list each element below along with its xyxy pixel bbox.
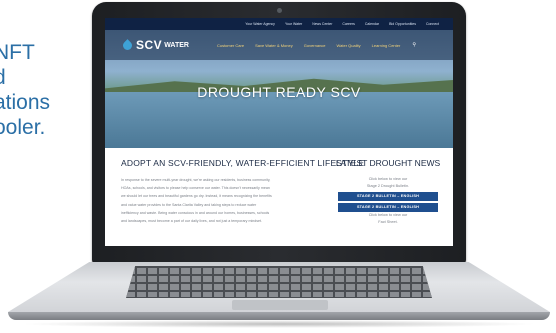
paragraph-line: inefficiency and waste. Being water cons… — [121, 210, 270, 215]
stage2-bulletin-button-2[interactable]: STAGE 2 BULLETIN – ENGLISH — [338, 203, 438, 212]
top-utility-bar: Your Water Agency Your Water News Center… — [105, 18, 453, 30]
key-row — [126, 284, 432, 290]
key-row — [126, 268, 432, 274]
topbar-link-connect[interactable]: Connect — [426, 22, 439, 26]
side-text-line: d — [0, 65, 78, 90]
nav-item-water-quality[interactable]: Water Quality — [337, 43, 361, 48]
water-drop-icon — [121, 38, 134, 52]
laptop-shadow — [20, 320, 538, 328]
key-row — [126, 292, 432, 297]
laptop-front-edge — [8, 312, 550, 320]
topbar-link-news[interactable]: News Center — [312, 22, 332, 26]
nav-items: Customer Care Save Water & Money Governa… — [217, 43, 400, 48]
touchpad — [232, 300, 328, 310]
topbar-link-agency[interactable]: Your Water Agency — [245, 22, 275, 26]
news-outro-2: Fact Sheet. — [378, 220, 398, 224]
topbar-link-bids[interactable]: Bid Opportunities — [389, 22, 416, 26]
main-nav: SCV WATER Customer Care Save Water & Mon… — [105, 30, 453, 60]
laptop-screen: Your Water Agency Your Water News Center… — [105, 18, 453, 246]
logo-water: WATER — [164, 41, 189, 49]
paragraph-line: HOAs, schools, and visitors to please he… — [121, 186, 270, 191]
nav-item-governance[interactable]: Governance — [304, 43, 326, 48]
side-text-line: ooler. — [0, 116, 46, 139]
side-text-line: NFT — [0, 41, 35, 64]
topbar-link-careers[interactable]: Careers — [342, 22, 354, 26]
topbar-link-calendar[interactable]: Calendar — [365, 22, 379, 26]
side-text: NFT d ations ooler. — [0, 40, 78, 140]
paragraph-line: and value water provides to the Santa Cl… — [121, 202, 257, 207]
side-text-line: ations — [0, 91, 51, 114]
hero-title: DROUGHT READY SCV — [197, 84, 361, 100]
logo-scv: SCV — [136, 38, 163, 52]
drought-news-section: LATEST DROUGHT NEWS Click below to view … — [333, 158, 443, 226]
keyboard — [126, 266, 432, 298]
topbar-link-water[interactable]: Your Water — [285, 22, 302, 26]
news-outro-1: Click below to view our — [368, 213, 408, 217]
hero-lake — [105, 92, 453, 148]
nav-item-customer-care[interactable]: Customer Care — [217, 43, 244, 48]
lifestyle-paragraph: In response to the severe multi-year dro… — [121, 176, 321, 225]
nav-item-save-water[interactable]: Save Water & Money — [255, 43, 293, 48]
search-icon[interactable]: ⚲ — [412, 42, 416, 48]
news-intro-2: Stage 2 Drought Bulletin. — [366, 184, 410, 188]
lifestyle-heading: ADOPT AN SCV-FRIENDLY, WATER-EFFICIENT L… — [121, 158, 365, 168]
stage2-bulletin-button-1[interactable]: STAGE 2 BULLETIN – ENGLISH — [338, 192, 438, 201]
nav-item-learning-center[interactable]: Learning Center — [372, 43, 401, 48]
key-row — [126, 276, 432, 282]
news-intro-1: Click below to view our — [368, 177, 408, 181]
paragraph-line: and landscapes, must become a part of ou… — [121, 219, 263, 224]
lifestyle-section: ADOPT AN SCV-FRIENDLY, WATER-EFFICIENT L… — [121, 158, 365, 225]
content-area: ADOPT AN SCV-FRIENDLY, WATER-EFFICIENT L… — [105, 148, 453, 246]
paragraph-line: we should let our trees and beautiful ga… — [121, 194, 272, 199]
paragraph-line: In response to the severe multi-year dro… — [121, 178, 271, 182]
drought-news-heading: LATEST DROUGHT NEWS — [335, 158, 441, 168]
logo[interactable]: SCV WATER — [121, 38, 189, 52]
laptop-lid: Your Water Agency Your Water News Center… — [92, 2, 466, 264]
webcam — [277, 8, 282, 13]
